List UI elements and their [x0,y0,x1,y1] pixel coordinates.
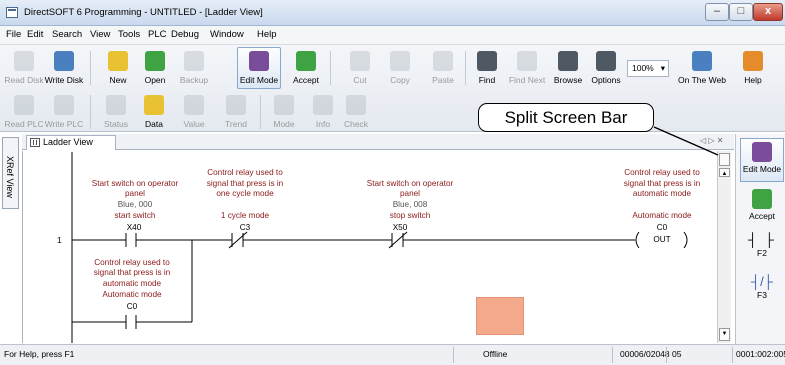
normally-closed-contact-icon: ┤/├ [750,274,774,289]
coil-type: OUT [653,235,671,244]
contact-c0[interactable] [125,315,142,329]
coil-comment: Control relay used to [624,168,700,177]
coil-comment: signal that press is in [623,179,701,188]
contact-x40[interactable] [125,233,142,247]
instruction-palette: Edit Mode Accept ┤ ├ F2 ┤/├ F3 [735,134,785,344]
parallel-address: C0 [126,302,138,311]
palette-f2-label: F2 [757,248,767,258]
coil-comment: automatic mode [632,189,692,198]
parallel-label: Automatic mode [102,290,162,299]
contact-label: start switch [114,211,156,220]
palette-edit-mode-label: Edit Mode [742,164,782,174]
scroll-down-button[interactable]: ▼ [719,328,730,341]
contact-label: stop switch [389,211,431,220]
status-memory: 00006/02048 [620,349,670,359]
palette-edit-mode-button[interactable]: Edit Mode [740,138,784,182]
status-field: 05 [672,349,682,359]
split-screen-bar[interactable] [719,153,730,166]
highlight-marker [476,297,524,335]
contact-address: X40 [126,223,142,232]
palette-f3-label: F3 [757,290,767,300]
status-bar: For Help, press F1 Offline 00006/02048 0… [0,344,785,365]
status-divider [612,347,613,363]
contact-nickname: Blue, 008 [392,200,428,209]
contact-label: 1 cycle mode [220,211,270,220]
normally-open-contact-icon: ┤ ├ [747,232,777,247]
status-help-text: For Help, press F1 [4,349,75,359]
parallel-comment: Control relay used to [94,258,170,267]
contact-nickname: Blue, 000 [117,200,153,209]
contact-comment: panel [124,189,146,198]
contact-c3[interactable] [228,231,250,249]
palette-f2-button[interactable]: ┤ ├ F2 [740,232,784,264]
status-divider [666,347,667,363]
vertical-scrollbar[interactable]: ▲ ▼ [717,151,731,343]
parallel-comment: automatic mode [102,279,162,288]
palette-accept-button[interactable]: Accept [740,186,784,226]
contact-comment: Start switch on operator [366,179,454,188]
contact-comment: Start switch on operator [91,179,179,188]
contact-address: C3 [239,223,251,232]
contact-comment: one cycle mode [216,189,274,198]
contact-comment: signal that press is in [206,179,284,188]
status-connection: Offline [483,349,508,359]
contact-address: X50 [392,223,408,232]
palette-f3-button[interactable]: ┤/├ F3 [740,274,784,306]
parallel-comment: signal that press is in [93,268,171,277]
status-position: 0001:002:005 [736,349,785,359]
status-divider [732,347,733,363]
split-screen-callout: Split Screen Bar [478,103,654,132]
status-divider [453,347,454,363]
coil-address: C0 [656,223,668,232]
contact-x50[interactable] [388,231,410,249]
contact-comment: panel [399,189,421,198]
scroll-up-button[interactable]: ▲ [719,168,730,177]
edit-mode-icon [752,142,772,162]
coil-label: Automatic mode [632,211,692,220]
contact-comment: Control relay used to [207,168,283,177]
palette-accept-label: Accept [749,211,775,221]
rung-number: 1 [57,235,62,245]
accept-icon [752,189,772,209]
